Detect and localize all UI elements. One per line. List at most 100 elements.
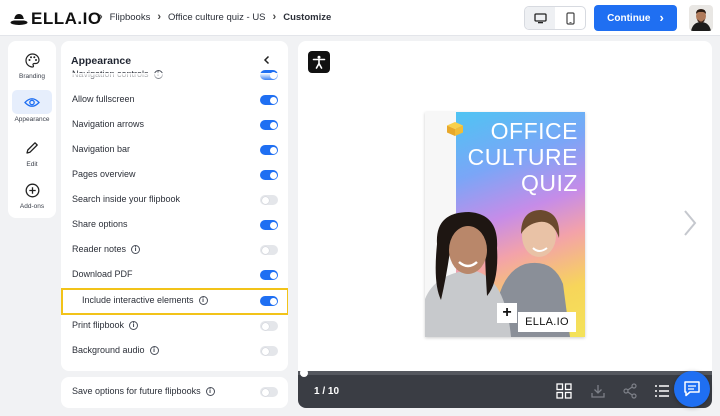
option-label: Share options	[72, 219, 128, 229]
pencil-icon	[19, 137, 45, 159]
breadcrumb-current: Customize	[283, 11, 332, 23]
device-toggle	[524, 6, 586, 30]
desktop-view-button[interactable]	[525, 7, 555, 29]
option-navigation-bar: Navigation bar	[61, 141, 288, 161]
toggle-switch[interactable]	[260, 120, 278, 130]
share-icon[interactable]	[622, 383, 638, 399]
info-icon[interactable]: i	[198, 295, 208, 305]
flipbook-preview: OFFICE CULTURE QUIZ + ELLA.IO 1 / 10	[298, 41, 712, 408]
cover-brand: ELLA.IO	[518, 312, 576, 332]
toggle-switch[interactable]	[260, 145, 278, 155]
toggle-switch[interactable]	[260, 245, 278, 255]
accessibility-icon	[312, 55, 326, 69]
top-bar: ELLA.IO › Flipbooks › Office culture qui…	[0, 0, 720, 36]
flipbook-cover[interactable]: OFFICE CULTURE QUIZ + ELLA.IO	[425, 112, 585, 337]
table-of-contents-icon[interactable]	[654, 383, 670, 399]
grid-icon[interactable]	[556, 383, 572, 399]
plus-circle-icon	[19, 179, 45, 201]
palette-icon	[19, 49, 45, 71]
option-label: Navigation bar	[72, 144, 131, 154]
chevron-left-icon[interactable]	[261, 54, 273, 66]
toggle-switch[interactable]	[260, 387, 278, 397]
option-label: Reader notes	[72, 244, 127, 254]
toggle-switch[interactable]	[260, 270, 278, 280]
ella-logo[interactable]: ELLA.IO	[10, 9, 102, 29]
rail-item-branding[interactable]: Branding	[8, 49, 56, 80]
chevron-right-icon: ›	[659, 10, 664, 25]
option-label: Search inside your flipbook	[72, 194, 181, 204]
continue-button[interactable]: Continue ›	[594, 5, 677, 31]
breadcrumb-quiz[interactable]: Office culture quiz - US	[168, 12, 266, 23]
option-navigation-arrows: Navigation arrows	[61, 116, 288, 136]
rail-label: Appearance	[14, 116, 50, 123]
rail-item-appearance[interactable]: Appearance	[8, 90, 56, 123]
chevron-right-icon: ›	[99, 11, 103, 23]
rail-label: Branding	[18, 73, 46, 80]
cover-title-line: OFFICE	[490, 118, 578, 144]
continue-label: Continue	[607, 12, 651, 24]
toggle-switch[interactable]	[260, 220, 278, 230]
cover-plus-badge: +	[497, 303, 517, 323]
option-save-for-future: Save options for future flipbooks i	[61, 383, 288, 403]
page-indicator: 1 / 10	[314, 386, 340, 397]
download-icon[interactable]	[590, 383, 606, 399]
chat-support-button[interactable]	[674, 371, 710, 407]
option-label: Include interactive elements	[82, 295, 194, 305]
eye-icon	[12, 90, 52, 114]
progress-track[interactable]	[298, 371, 712, 375]
cover-title-line: CULTURE	[467, 144, 578, 170]
appearance-panel: Appearance Navigation controlsi Allow fu…	[61, 41, 288, 371]
toggle-switch[interactable]	[260, 296, 278, 306]
desktop-icon	[533, 12, 547, 23]
chat-icon	[684, 381, 700, 397]
info-icon[interactable]: i	[205, 386, 215, 396]
option-label: Print flipbook	[72, 320, 125, 330]
cover-title: OFFICE CULTURE QUIZ	[458, 118, 578, 196]
flipbook-toolbar	[298, 371, 712, 408]
option-label: Pages overview	[72, 169, 136, 179]
option-download-pdf: Download PDF	[61, 266, 288, 286]
option-label: Download PDF	[72, 269, 133, 279]
option-label: Allow fullscreen	[72, 94, 135, 104]
option-label: Navigation arrows	[72, 119, 145, 129]
breadcrumb-flipbooks[interactable]: Flipbooks	[110, 12, 151, 23]
left-rail: Branding Appearance Edit Add-ons	[8, 41, 56, 218]
scroll-fade	[61, 73, 288, 81]
option-include-interactive: Include interactive elements i	[61, 292, 288, 312]
option-reader-notes: Reader notes i	[61, 241, 288, 261]
hat-logo-icon	[10, 14, 28, 25]
accessibility-button[interactable]	[308, 51, 330, 73]
info-icon[interactable]: i	[129, 320, 139, 330]
option-search-inside: Search inside your flipbook	[61, 191, 288, 211]
rail-label: Edit	[26, 161, 38, 168]
info-icon[interactable]: i	[149, 345, 159, 355]
chevron-right-icon: ›	[157, 11, 162, 23]
toggle-switch[interactable]	[260, 95, 278, 105]
user-photo	[689, 5, 713, 31]
progress-handle[interactable]	[300, 369, 308, 377]
cover-title-line: QUIZ	[521, 170, 578, 196]
toggle-switch[interactable]	[260, 170, 278, 180]
rail-item-edit[interactable]: Edit	[8, 137, 56, 168]
rail-label: Add-ons	[19, 203, 45, 210]
toggle-switch[interactable]	[260, 195, 278, 205]
avatar[interactable]	[689, 5, 713, 31]
rail-item-addons[interactable]: Add-ons	[8, 179, 56, 210]
option-print-flipbook: Print flipbook i	[61, 317, 288, 337]
save-options-panel: Save options for future flipbooks i	[61, 377, 288, 408]
breadcrumb: › Flipbooks › Office culture quiz - US ›…	[99, 11, 331, 23]
info-icon[interactable]: i	[131, 244, 141, 254]
option-label: Background audio	[72, 345, 145, 355]
mobile-icon	[565, 11, 575, 25]
next-page-arrow-icon[interactable]	[682, 209, 698, 237]
toggle-switch[interactable]	[260, 321, 278, 331]
option-share-options: Share options	[61, 216, 288, 236]
option-label: Save options for future flipbooks	[72, 386, 201, 396]
chevron-right-icon: ›	[272, 11, 277, 23]
logo-text: ELLA.IO	[31, 9, 102, 28]
toggle-switch[interactable]	[260, 346, 278, 356]
mobile-view-button[interactable]	[555, 7, 585, 29]
option-allow-fullscreen: Allow fullscreen	[61, 91, 288, 111]
option-background-audio: Background audio i	[61, 342, 288, 362]
option-pages-overview: Pages overview	[61, 166, 288, 186]
